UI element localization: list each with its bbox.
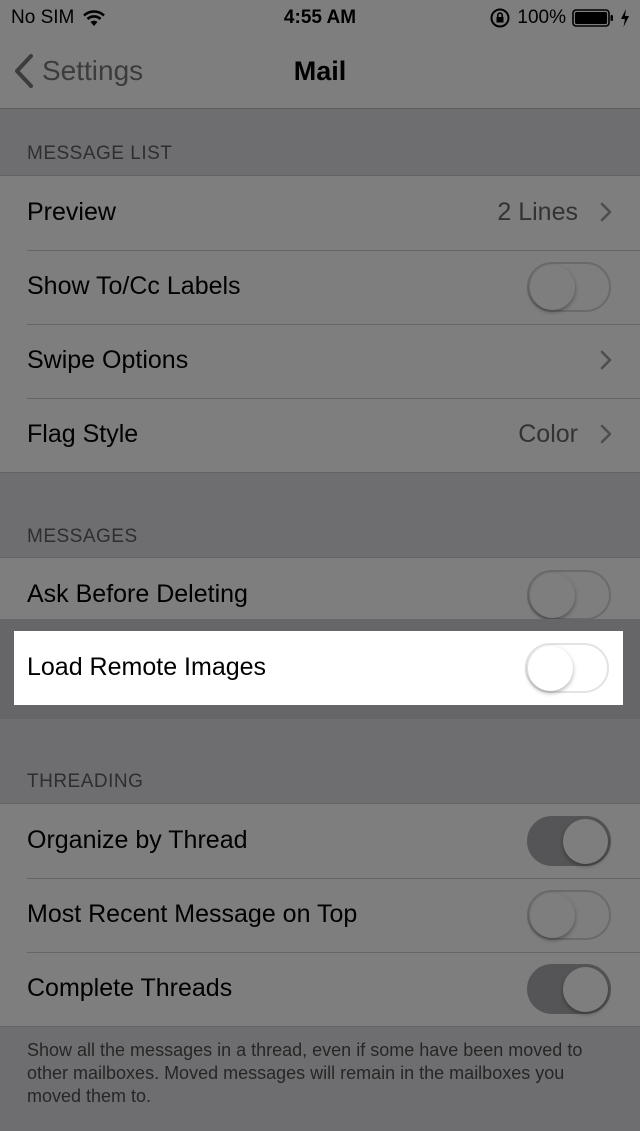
- show-to-cc-toggle[interactable]: [527, 262, 611, 312]
- organize-by-thread-label: Organize by Thread: [27, 826, 248, 854]
- ask-before-deleting-label: Ask Before Deleting: [27, 580, 248, 608]
- complete-threads-toggle[interactable]: [527, 964, 611, 1014]
- complete-threads-label: Complete Threads: [27, 974, 233, 1002]
- status-bar: No SIM 4:55 AM 100%: [0, 0, 640, 36]
- battery-icon: [572, 9, 614, 27]
- rotation-lock-icon: [489, 7, 511, 29]
- ask-before-deleting-toggle[interactable]: [527, 570, 611, 620]
- threading-footer-note: Show all the messages in a thread, even …: [27, 1040, 583, 1106]
- section-header-messages: MESSAGES: [27, 526, 138, 547]
- toggle-knob: [530, 265, 575, 310]
- chevron-right-icon: [600, 424, 612, 449]
- chevron-right-icon: [600, 202, 612, 227]
- message-list-group: Preview 2 Lines Show To/Cc Labels Swipe …: [0, 175, 640, 473]
- complete-threads-row: Complete Threads: [0, 952, 640, 1026]
- most-recent-on-top-row: Most Recent Message on Top: [0, 878, 640, 952]
- ask-before-deleting-row: Ask Before Deleting: [0, 558, 640, 620]
- messages-group: Ask Before Deleting: [0, 557, 640, 620]
- preview-value: 2 Lines: [497, 198, 578, 226]
- swipe-options-row[interactable]: Swipe Options: [0, 324, 640, 398]
- toggle-knob: [528, 646, 573, 691]
- status-right: 100%: [489, 7, 630, 29]
- organize-by-thread-row: Organize by Thread: [0, 804, 640, 878]
- flag-style-value: Color: [518, 420, 578, 448]
- show-to-cc-label: Show To/Cc Labels: [27, 272, 241, 300]
- page-title: Mail: [293, 56, 347, 86]
- section-header-message-list: MESSAGE LIST: [27, 143, 173, 164]
- swipe-options-label: Swipe Options: [27, 346, 189, 374]
- load-remote-images-toggle[interactable]: [525, 643, 609, 693]
- most-recent-on-top-toggle[interactable]: [527, 890, 611, 940]
- toggle-knob: [530, 573, 575, 618]
- charging-bolt-icon: [620, 9, 630, 27]
- battery-percent: 100%: [517, 7, 566, 28]
- show-to-cc-row: Show To/Cc Labels: [0, 250, 640, 324]
- toggle-knob: [563, 967, 608, 1012]
- toggle-knob: [530, 893, 575, 938]
- load-remote-images-label: Load Remote Images: [27, 653, 267, 681]
- threading-group: Organize by Thread Most Recent Message o…: [0, 803, 640, 1027]
- flag-style-label: Flag Style: [27, 420, 139, 448]
- preview-row[interactable]: Preview 2 Lines: [0, 176, 640, 250]
- section-header-threading: THREADING: [27, 771, 144, 792]
- preview-label: Preview: [27, 198, 116, 226]
- flag-style-row[interactable]: Flag Style Color: [0, 398, 640, 472]
- chevron-right-icon: [600, 350, 612, 375]
- navigation-bar: Settings Mail: [0, 36, 640, 109]
- load-remote-images-row: Load Remote Images: [14, 631, 623, 705]
- organize-by-thread-toggle[interactable]: [527, 816, 611, 866]
- toggle-knob: [563, 819, 608, 864]
- most-recent-on-top-label: Most Recent Message on Top: [27, 900, 358, 928]
